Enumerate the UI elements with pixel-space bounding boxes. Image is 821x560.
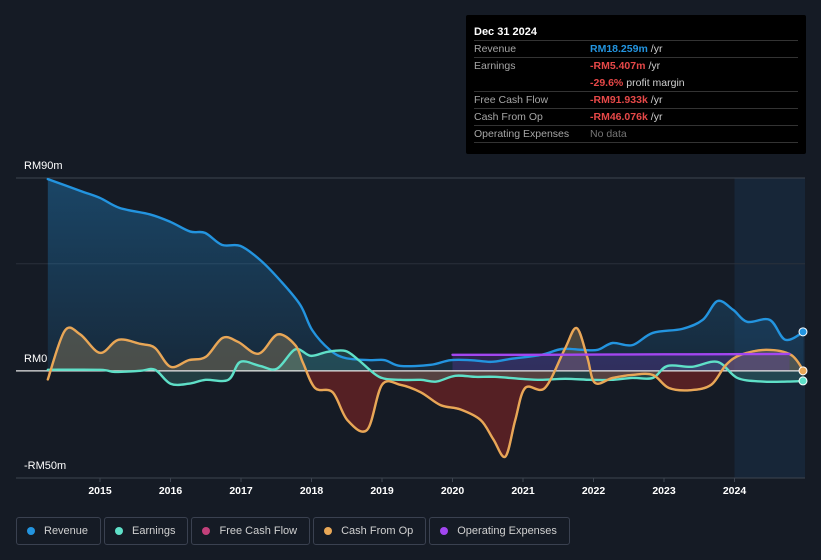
legend-item-earnings[interactable]: Earnings [104,517,189,545]
tooltip-date: Dec 31 2024 [474,24,798,41]
legend-dot-icon [115,527,124,535]
tooltip-label: Free Cash Flow [474,94,549,106]
x-tick-label: 2016 [158,485,183,497]
legend-dot-icon [27,527,35,535]
x-tick-label: 2023 [652,485,676,497]
tooltip-panel: Dec 31 2024 Revenue RM18.259m/yr Earnings -… [466,15,806,154]
tooltip-value: -RM5.407m [590,60,646,72]
tooltip-value: No data [590,128,627,140]
tooltip-unit: /yr [650,94,663,106]
tooltip-row: Revenue RM18.259m/yr [474,41,798,58]
legend-label: Free Cash Flow [219,525,298,537]
x-tick-label: 2017 [229,485,253,497]
legend-label: Revenue [44,525,89,537]
legend: Revenue Earnings Free Cash Flow Cash From O… [16,517,570,545]
legend-dot-icon [440,527,449,535]
y-tick-label-zero: RM0 [24,353,48,365]
tooltip-row: Cash From Op -RM46.076k/yr [474,109,798,126]
tooltip-row: -29.6% profit margin [474,75,798,92]
tooltip-unit: /yr [648,60,661,72]
y-tick-label-bottom: -RM50m [24,460,67,472]
tooltip-value: -RM91.933k [590,94,648,106]
legend-label: Earnings [132,525,176,537]
tooltip-value: -29.6% [590,77,624,89]
x-tick-label: 2021 [511,485,535,497]
legend-item-free-cash-flow[interactable]: Free Cash Flow [191,517,311,545]
earnings-end-marker [798,376,808,386]
tooltip-row: Operating Expenses No data [474,126,798,143]
tooltip-unit: profit margin [626,77,685,89]
tooltip-value: -RM46.076k [590,111,648,123]
x-tick-label: 2018 [299,485,324,497]
tooltip-row: Free Cash Flow -RM91.933k/yr [474,92,798,109]
cash-from-op-end-marker [798,366,808,376]
legend-dot-icon [202,527,211,535]
x-tick-label: 2024 [722,485,747,497]
revenue-end-marker [798,327,808,337]
operating-expenses-line [451,352,791,357]
tooltip-row: Earnings -RM5.407m/yr [474,58,798,75]
tooltip-label: Earnings [474,60,516,72]
legend-item-operating-expenses[interactable]: Operating Expenses [429,517,570,545]
tooltip-label: Cash From Op [474,111,543,123]
legend-item-cash-from-op[interactable]: Cash From Op [313,517,427,545]
x-tick-label: 2020 [440,485,465,497]
legend-item-revenue[interactable]: Revenue [16,517,102,545]
tooltip-unit: /yr [650,111,663,123]
tooltip-value: RM18.259m [590,43,648,55]
revenue-area [47,179,804,371]
tooltip-label: Operating Expenses [474,128,570,140]
legend-label: Cash From Op [341,525,414,537]
x-tick-label: 2022 [581,485,606,497]
tooltip-unit: /yr [650,43,663,55]
tooltip-label: Revenue [474,43,517,55]
x-tick-label: 2019 [370,485,394,497]
legend-label: Operating Expenses [457,525,557,537]
x-tick-label: 2015 [88,485,112,497]
legend-dot-icon [324,527,333,535]
y-tick-label-top: RM90m [24,160,63,172]
tooltip-label [474,75,590,91]
